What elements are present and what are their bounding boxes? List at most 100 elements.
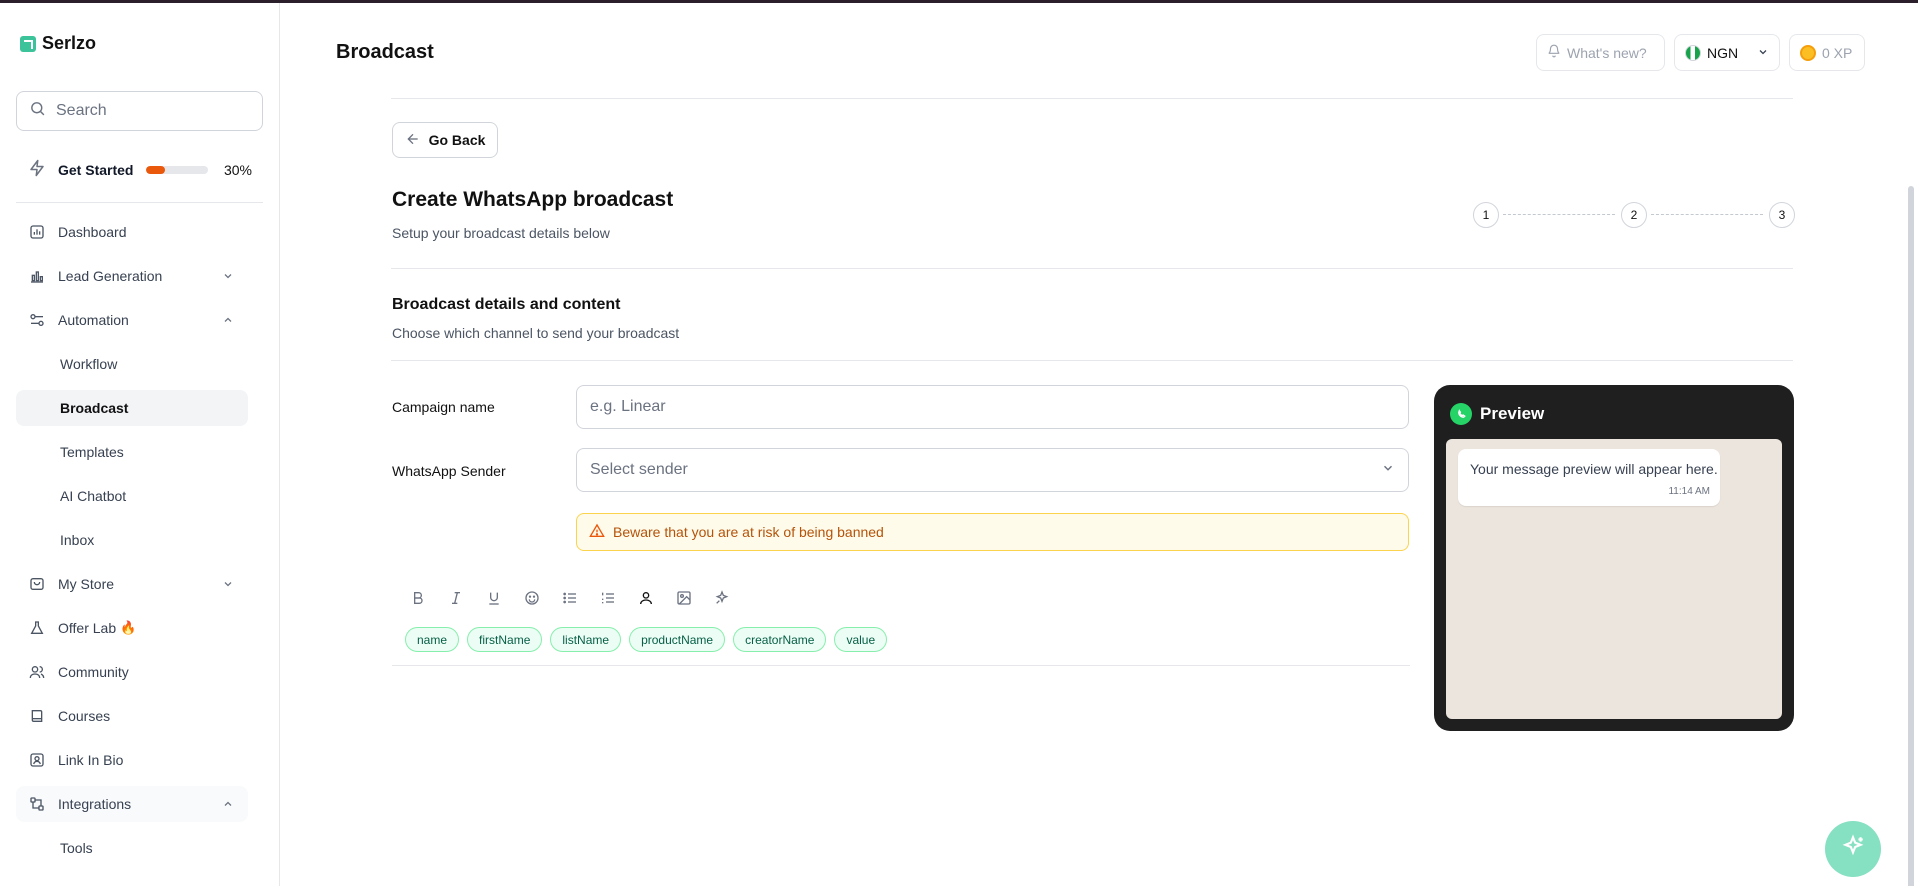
- logo-text: Serlzo: [42, 33, 97, 53]
- whatsapp-icon: [1450, 403, 1472, 425]
- top-divider: [391, 98, 1793, 99]
- bullet-list-icon[interactable]: [558, 586, 582, 610]
- top-header: Broadcast What's new? NGN 0 XP: [281, 3, 1918, 98]
- xp-button[interactable]: 0 XP: [1789, 34, 1865, 71]
- sidebar-item-tools[interactable]: Tools: [16, 830, 248, 866]
- chart-icon: [28, 223, 46, 241]
- bolt-icon: [28, 159, 46, 180]
- sidebar-item-broadcast[interactable]: Broadcast: [16, 390, 248, 426]
- logo-icon: [20, 35, 36, 52]
- arrow-left-icon: [405, 131, 421, 150]
- campaign-name-field[interactable]: [576, 385, 1409, 429]
- step-2[interactable]: 2: [1621, 202, 1647, 228]
- step-1[interactable]: 1: [1473, 202, 1499, 228]
- chat-area: Your message preview will appear here. 1…: [1446, 439, 1782, 719]
- message-editor[interactable]: name firstName listName productName crea…: [392, 576, 1410, 666]
- form-subtitle: Setup your broadcast details below: [392, 225, 610, 241]
- sidebar-item-label: Broadcast: [60, 400, 129, 416]
- italic-icon[interactable]: [444, 586, 468, 610]
- sidebar-item-link-in-bio[interactable]: Link In Bio: [16, 742, 248, 778]
- sidebar-item-templates[interactable]: Templates: [16, 434, 248, 470]
- book-icon: [28, 707, 46, 725]
- bell-icon: [1547, 44, 1561, 61]
- sidebar-item-label: Offer Lab: [58, 620, 117, 636]
- tag-creatorname[interactable]: creatorName: [733, 627, 827, 652]
- currency-select[interactable]: NGN: [1674, 34, 1780, 71]
- search-icon: [29, 100, 46, 122]
- users-icon: [28, 663, 46, 681]
- automation-icon: [28, 311, 46, 329]
- chevron-down-icon: [222, 269, 234, 285]
- whatsapp-sender-select[interactable]: Select sender: [576, 448, 1409, 492]
- sidebar-item-courses[interactable]: Courses: [16, 698, 248, 734]
- search-box[interactable]: [16, 91, 263, 131]
- logo[interactable]: Serlzo: [20, 33, 96, 54]
- sidebar-nav: Dashboard Lead Generation Automation Wor…: [16, 214, 248, 874]
- tag-firstname[interactable]: firstName: [467, 627, 543, 652]
- person-icon[interactable]: [634, 586, 658, 610]
- sidebar-item-label: Automation: [58, 312, 129, 328]
- sidebar-item-offer-lab[interactable]: Offer Lab 🔥: [16, 610, 248, 646]
- sidebar-item-label: Inbox: [60, 532, 95, 548]
- main-content: Go Back Create WhatsApp broadcast Setup …: [281, 98, 1918, 886]
- sidebar-item-label: Courses: [58, 708, 111, 724]
- chevron-up-icon: [222, 797, 234, 813]
- xp-label: 0 XP: [1822, 44, 1853, 61]
- sidebar-item-automation[interactable]: Automation: [16, 302, 248, 338]
- chevron-up-icon: [222, 313, 234, 329]
- chevron-down-icon: [222, 577, 234, 593]
- sidebar: Serlzo Get Started 30% Dashboard Lead Ge…: [0, 3, 280, 886]
- section-title: Broadcast details and content: [392, 296, 621, 313]
- section-divider: [391, 360, 1793, 361]
- sidebar-item-inbox[interactable]: Inbox: [16, 522, 248, 558]
- editor-toolbar: [406, 586, 734, 610]
- chevron-down-icon: [1381, 461, 1395, 480]
- emoji-icon[interactable]: [520, 586, 544, 610]
- page-title: Broadcast: [336, 41, 434, 63]
- warning-text: Beware that you are at risk of being ban…: [613, 524, 884, 540]
- tag-productname[interactable]: productName: [629, 627, 726, 652]
- sidebar-item-integrations[interactable]: Integrations: [16, 786, 248, 822]
- profile-card-icon: [28, 751, 46, 769]
- coin-icon: [1800, 44, 1816, 61]
- whats-new-button[interactable]: What's new?: [1536, 34, 1665, 71]
- sidebar-item-label: Dashboard: [58, 224, 127, 240]
- sidebar-item-label: Integrations: [58, 796, 132, 812]
- sidebar-item-ai-chatbot[interactable]: AI Chatbot: [16, 478, 248, 514]
- sidebar-item-label: Templates: [60, 444, 124, 460]
- sidebar-item-lead-generation[interactable]: Lead Generation: [16, 258, 248, 294]
- get-started[interactable]: Get Started 30%: [28, 159, 252, 180]
- step-3[interactable]: 3: [1769, 202, 1795, 228]
- variable-tags: name firstName listName productName crea…: [405, 627, 888, 652]
- sidebar-item-label: Link In Bio: [58, 752, 124, 768]
- tag-listname[interactable]: listName: [550, 627, 622, 652]
- sidebar-item-dashboard[interactable]: Dashboard: [16, 214, 248, 250]
- sidebar-item-label: AI Chatbot: [60, 488, 127, 504]
- image-icon[interactable]: [672, 586, 696, 610]
- ai-sparkle-icon[interactable]: [710, 586, 734, 610]
- sidebar-item-workflow[interactable]: Workflow: [16, 346, 248, 382]
- go-back-button[interactable]: Go Back: [392, 122, 498, 158]
- nigeria-flag-icon: [1685, 44, 1701, 61]
- bold-icon[interactable]: [406, 586, 430, 610]
- underline-icon[interactable]: [482, 586, 506, 610]
- fire-badge: 🔥: [120, 620, 137, 635]
- scrollbar[interactable]: [1908, 186, 1914, 886]
- tag-value[interactable]: value: [834, 627, 888, 652]
- sidebar-item-community[interactable]: Community: [16, 654, 248, 690]
- progress-fill: [146, 165, 165, 174]
- chart-bar-icon: [28, 267, 46, 285]
- sidebar-item-label: Community: [58, 664, 129, 680]
- campaign-name-input[interactable]: [590, 398, 1395, 416]
- search-input[interactable]: [56, 102, 246, 120]
- tag-name[interactable]: name: [405, 627, 460, 652]
- ai-assistant-button[interactable]: [1825, 821, 1881, 877]
- message-preview-panel: Preview Your message preview will appear…: [1434, 385, 1794, 731]
- ban-warning-alert: Beware that you are at risk of being ban…: [576, 513, 1409, 551]
- message-bubble: Your message preview will appear here. 1…: [1458, 449, 1720, 506]
- numbered-list-icon[interactable]: [596, 586, 620, 610]
- sidebar-item-my-store[interactable]: My Store: [16, 566, 248, 602]
- preview-message: Your message preview will appear here.: [1470, 461, 1718, 477]
- get-started-progress-bar: [146, 165, 208, 174]
- sender-select-value: Select sender: [590, 461, 688, 478]
